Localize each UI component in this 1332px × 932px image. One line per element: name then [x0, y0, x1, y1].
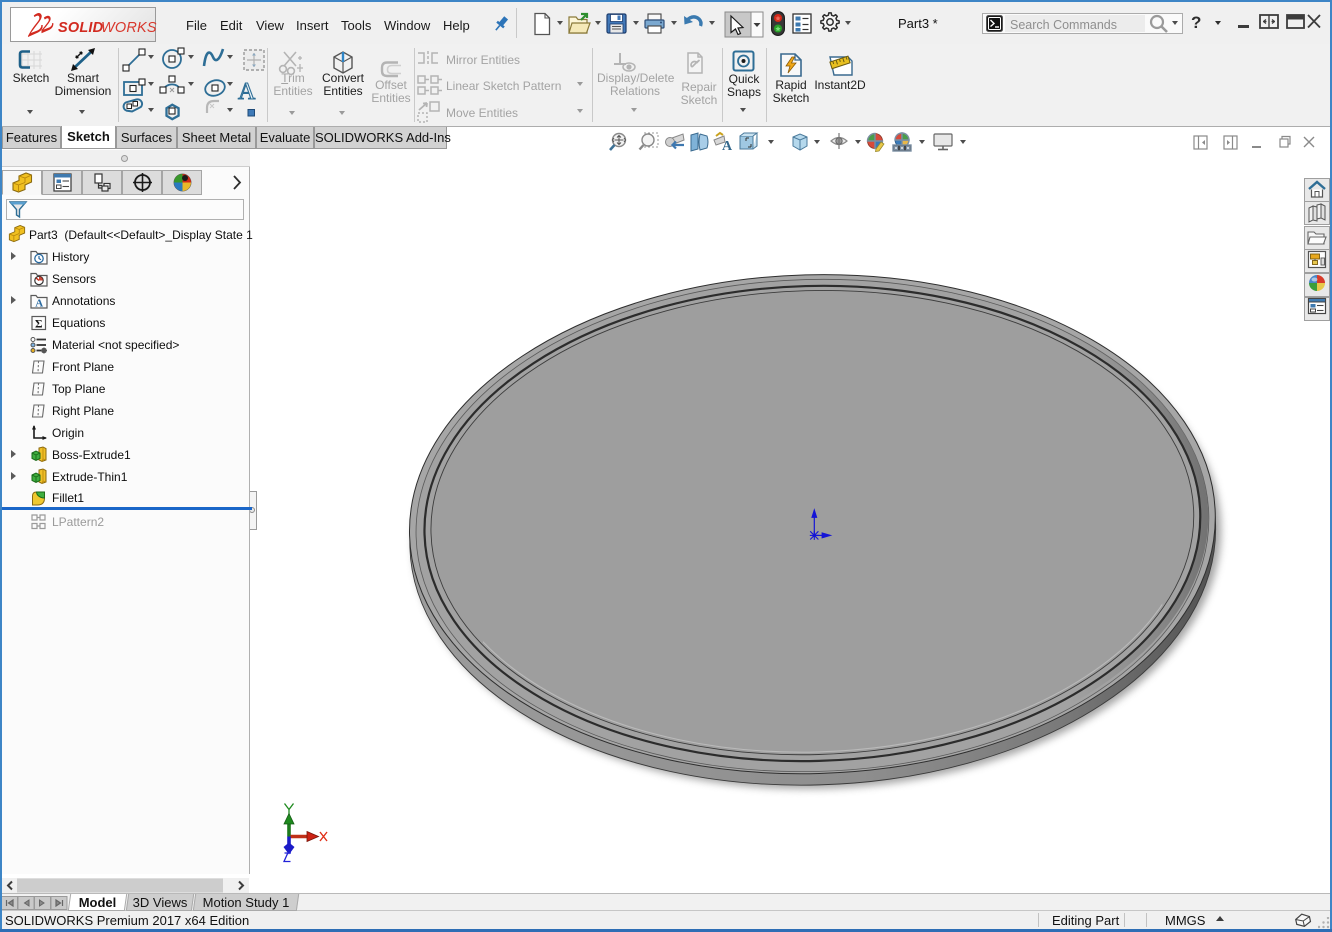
svg-text:A: A — [238, 79, 256, 105]
svg-text:A: A — [35, 298, 43, 310]
svg-text:A: A — [722, 139, 733, 154]
svg-text:Σ: Σ — [35, 319, 43, 331]
